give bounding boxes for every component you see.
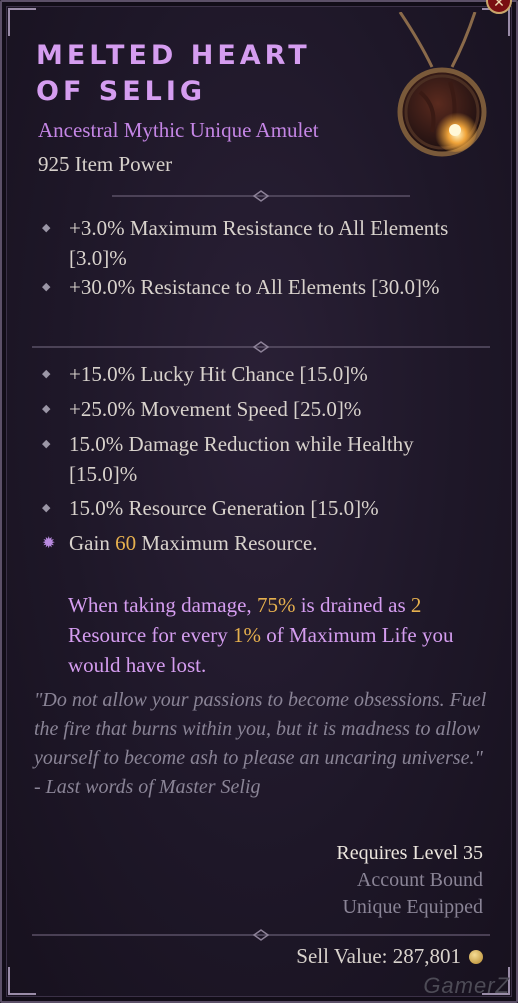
- diamond-bullet-icon: ◆: [42, 367, 51, 380]
- section-divider: [32, 929, 490, 941]
- special-affix: ✹ Gain 60 Maximum Resource.: [42, 528, 482, 558]
- required-level: Requires Level 35: [336, 842, 483, 864]
- unique-power-text: When taking damage, 75% is drained as 2 …: [68, 593, 454, 677]
- item-power: 925 Item Power: [38, 152, 173, 176]
- frame-corner: [8, 967, 36, 995]
- implicit-affix: ◆ +3.0% Maximum Resistance to All Elemen…: [42, 213, 482, 273]
- section-divider: [112, 190, 410, 202]
- account-bound-label: Account Bound: [356, 869, 483, 891]
- flavor-quote: "Do not allow your passions to become ob…: [34, 689, 487, 769]
- sell-value: Sell Value: 287,801: [296, 944, 483, 969]
- flavor-text: "Do not allow your passions to become ob…: [34, 686, 494, 802]
- implicit-affix: ◆ +30.0% Resistance to All Elements [30.…: [42, 272, 482, 302]
- amulet-icon: [397, 12, 487, 157]
- item-name: Melted Heart of Selig: [36, 40, 311, 107]
- watermark: GamerZ: [423, 973, 510, 998]
- affix: ◆ 15.0% Damage Reduction while Healthy […: [42, 429, 482, 489]
- star-bullet-icon: ✹: [42, 533, 56, 552]
- frame-corner: [8, 8, 36, 36]
- item-type: Ancestral Mythic Unique Amulet: [38, 118, 319, 142]
- diamond-bullet-icon: ◆: [42, 221, 51, 234]
- diamond-bullet-icon: ◆: [42, 437, 51, 450]
- flavor-attribution: - Last words of Master Selig: [34, 776, 261, 798]
- item-tooltip: ✕ Melted Heart of Selig Ancestral Mythic…: [0, 0, 518, 1003]
- diamond-bullet-icon: ◆: [42, 280, 51, 293]
- affix: ◆ 15.0% Resource Generation [15.0]%: [42, 493, 482, 523]
- affix: ◆ +25.0% Movement Speed [25.0]%: [42, 394, 482, 424]
- section-divider: [32, 341, 490, 353]
- unique-equipped-label: Unique Equipped: [342, 896, 483, 918]
- gold-coin-icon: [469, 949, 483, 964]
- diamond-bullet-icon: ◆: [42, 402, 51, 415]
- diamond-bullet-icon: ◆: [42, 501, 51, 514]
- affix: ◆ +15.0% Lucky Hit Chance [15.0]%: [42, 359, 482, 389]
